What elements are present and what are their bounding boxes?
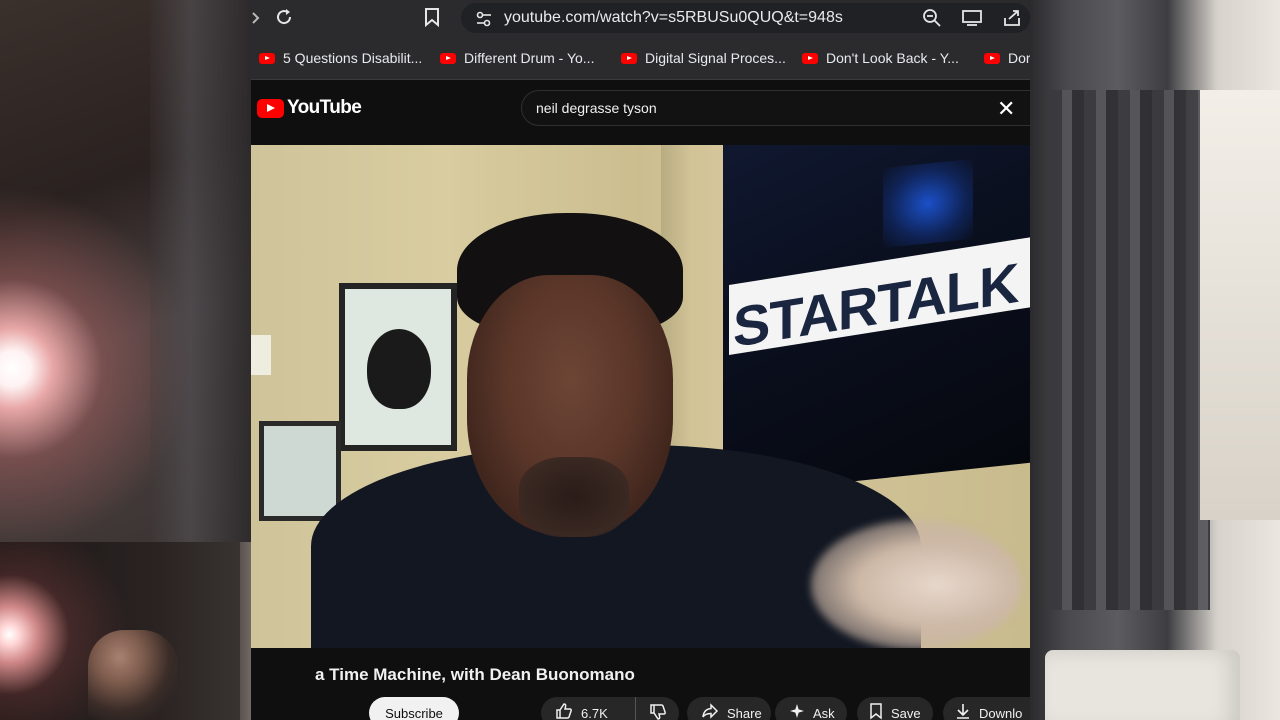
host-beard — [519, 457, 629, 537]
youtube-favicon-icon — [259, 52, 275, 64]
subscribe-button[interactable]: Subscribe — [369, 697, 459, 720]
reload-icon[interactable] — [271, 4, 297, 30]
download-label: Downlo — [979, 705, 1023, 720]
chevron-right-icon[interactable] — [251, 5, 269, 31]
bookmark-label: Don't Look Back - Y... — [826, 50, 959, 66]
room-background-right — [1030, 0, 1280, 720]
bookmark-label: 5 Questions Disabilit... — [283, 50, 423, 66]
background-door — [150, 0, 251, 542]
like-dislike-group: 6.7K — [541, 697, 679, 720]
cast-icon[interactable] — [959, 5, 985, 31]
bookmarks-bar: 5 Questions Disabilit... Different Drum … — [251, 36, 1030, 80]
heart-graphic — [367, 329, 431, 409]
ask-button[interactable]: Ask — [775, 697, 847, 720]
url-text[interactable]: youtube.com/watch?v=s5RBUSu0QUQ&t=948s — [504, 9, 843, 27]
youtube-logo[interactable]: YouTube — [257, 97, 362, 119]
blurred-hand — [811, 520, 1021, 648]
bookmark-item[interactable]: 5 Questions Disabilit... — [259, 49, 422, 67]
webcam-feed-left — [0, 0, 251, 542]
bookmark-label: Digital Signal Proces... — [645, 50, 786, 66]
like-button[interactable]: 6.7K — [541, 697, 608, 720]
save-label: Save — [891, 705, 921, 720]
screen: youtube.com/watch?v=s5RBUSu0QUQ&t=948s 5… — [0, 0, 1280, 720]
youtube-logo-text: YouTube — [287, 97, 362, 118]
tune-icon[interactable] — [471, 6, 497, 32]
ask-label: Ask — [813, 705, 835, 720]
penguin-poster — [259, 421, 341, 521]
save-bookmark-icon — [869, 702, 883, 720]
video-player[interactable]: STARTALK — [251, 145, 1030, 648]
bookmark-label: Different Drum - Yo... — [464, 50, 595, 66]
search-input[interactable]: neil degrasse tyson ✕ — [521, 90, 1030, 126]
bookmark-icon[interactable] — [419, 4, 445, 30]
video-title: a Time Machine, with Dean Buonomano — [315, 665, 635, 684]
download-icon — [955, 702, 971, 720]
thumbs-down-icon — [649, 703, 667, 720]
bookmark-item[interactable]: Digital Signal Proces... — [621, 49, 786, 67]
like-count: 6.7K — [581, 705, 608, 720]
bookmark-item[interactable]: Different Drum - Yo... — [440, 49, 594, 67]
download-button[interactable]: Downlo — [943, 697, 1030, 720]
dislike-button[interactable] — [635, 697, 679, 720]
close-icon[interactable]: ✕ — [997, 96, 1015, 122]
video-info: a Time Machine, with Dean Buonomano Subs… — [251, 648, 1030, 720]
youtube-favicon-icon — [621, 52, 637, 64]
tv-glow — [883, 158, 973, 249]
sparkle-icon — [789, 703, 805, 720]
browser-window: youtube.com/watch?v=s5RBUSu0QUQ&t=948s 5… — [251, 0, 1030, 720]
coffee-mug — [1045, 650, 1240, 720]
save-button[interactable]: Save — [857, 697, 933, 720]
thumbs-up-icon — [555, 702, 573, 720]
lamp — [251, 335, 271, 375]
browser-toolbar: youtube.com/watch?v=s5RBUSu0QUQ&t=948s — [251, 0, 1030, 36]
heart-poster — [339, 283, 457, 451]
curtain — [1050, 90, 1210, 610]
address-bar[interactable]: youtube.com/watch?v=s5RBUSu0QUQ&t=948s — [461, 3, 1030, 33]
share-icon[interactable] — [999, 5, 1025, 31]
self-view-person — [88, 630, 178, 720]
youtube-header: YouTube neil degrasse tyson ✕ — [251, 81, 1030, 145]
youtube-favicon-icon — [984, 52, 1000, 64]
bookmark-label: Dor — [1008, 50, 1030, 66]
share-button[interactable]: Share — [687, 697, 771, 720]
room-window — [1200, 90, 1280, 520]
share-label: Share — [727, 705, 762, 720]
youtube-play-icon — [257, 98, 284, 118]
bookmark-item[interactable]: Don't Look Back - Y... — [802, 49, 959, 67]
youtube-favicon-icon — [802, 52, 818, 64]
zoom-icon[interactable] — [919, 5, 945, 31]
bookmark-item[interactable]: Dor — [984, 49, 1030, 67]
youtube-favicon-icon — [440, 52, 456, 64]
share-arrow-icon — [701, 702, 719, 720]
search-query[interactable]: neil degrasse tyson — [536, 100, 657, 116]
